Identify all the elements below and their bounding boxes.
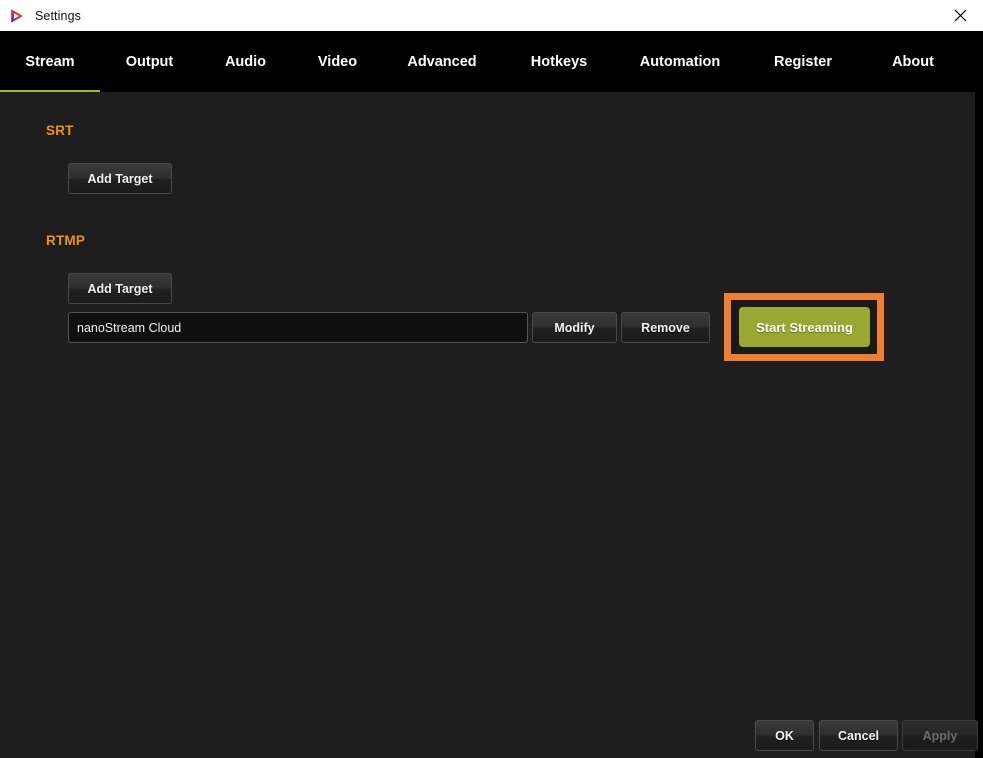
tab-advanced[interactable]: Advanced <box>383 31 501 92</box>
tab-list: Stream Output Audio Video Advanced Hotke… <box>0 31 963 92</box>
tab-audio[interactable]: Audio <box>199 31 292 92</box>
tab-advanced-label: Advanced <box>407 53 477 70</box>
apply-button: Apply <box>902 720 978 751</box>
tab-audio-label: Audio <box>224 53 267 70</box>
window-title: Settings <box>35 8 81 23</box>
tab-bar: Stream Output Audio Video Advanced Hotke… <box>0 31 983 92</box>
tab-video-label: Video <box>317 53 358 70</box>
tab-about[interactable]: About <box>863 31 963 92</box>
start-streaming-button[interactable]: Start Streaming <box>739 307 870 347</box>
tab-stream[interactable]: Stream <box>0 31 100 92</box>
rtmp-section-heading: RTMP <box>46 233 86 248</box>
stream-settings-panel: SRT Add Target RTMP Add Target Modify Re… <box>0 92 978 758</box>
rtmp-target-modify-button[interactable]: Modify <box>532 312 617 343</box>
title-bar: Settings <box>0 0 983 31</box>
tab-hotkeys-label: Hotkeys <box>530 53 588 70</box>
rtmp-target-remove-button[interactable]: Remove <box>621 312 710 343</box>
tab-about-label: About <box>892 53 934 70</box>
play-triangle-logo-icon <box>9 8 25 24</box>
tab-output-label: Output <box>125 53 174 70</box>
srt-section-heading: SRT <box>46 123 74 138</box>
srt-add-target-button[interactable]: Add Target <box>68 163 172 194</box>
tab-stream-label: Stream <box>25 53 75 70</box>
tab-hotkeys[interactable]: Hotkeys <box>501 31 617 92</box>
settings-window: Settings Stream Output Audio Video Advan… <box>0 0 983 758</box>
tab-register-label: Register <box>773 53 833 70</box>
close-icon[interactable] <box>937 0 983 31</box>
tab-output[interactable]: Output <box>100 31 199 92</box>
tab-register[interactable]: Register <box>743 31 863 92</box>
ok-button[interactable]: OK <box>755 720 814 751</box>
cancel-button[interactable]: Cancel <box>819 720 898 751</box>
tab-video[interactable]: Video <box>292 31 383 92</box>
rtmp-add-target-button[interactable]: Add Target <box>68 273 172 304</box>
tab-automation[interactable]: Automation <box>617 31 743 92</box>
rtmp-target-name-input[interactable] <box>68 312 528 343</box>
tab-automation-label: Automation <box>639 53 721 70</box>
